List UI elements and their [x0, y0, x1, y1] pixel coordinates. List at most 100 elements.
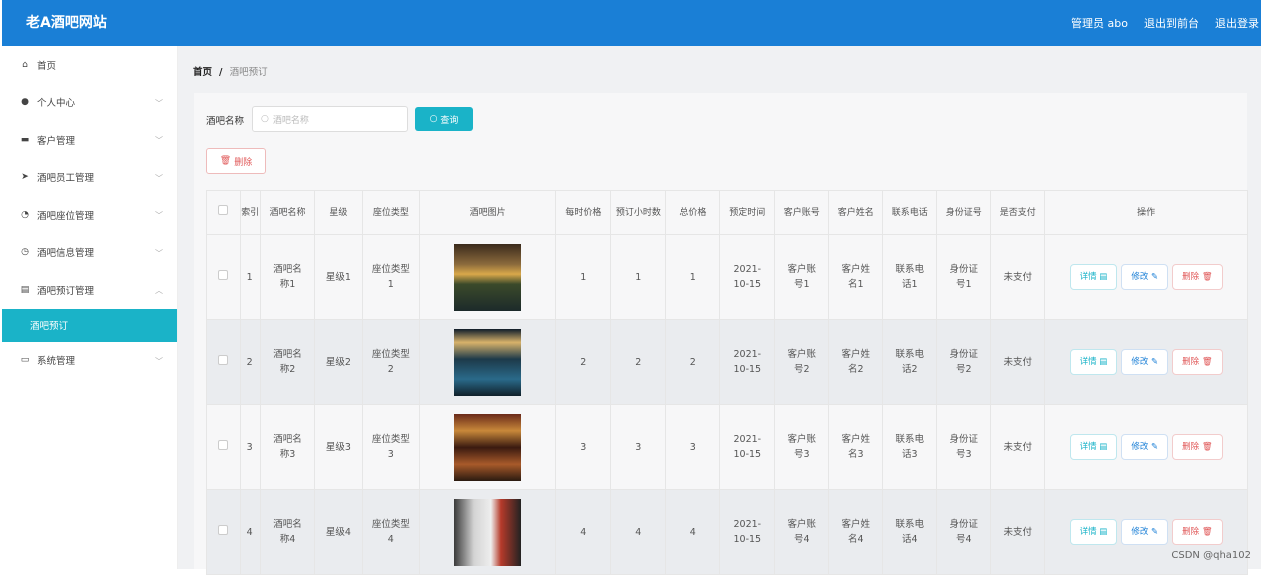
cell-idx: 2: [240, 320, 260, 405]
cell-price: 3: [556, 405, 611, 490]
ops-cell: 详情 ▤修改 ✎删除 🗑: [1045, 320, 1248, 405]
sidebar-subitem-bar-booking[interactable]: 酒吧预订: [2, 309, 177, 342]
delete-button[interactable]: 删除 🗑: [1172, 349, 1223, 375]
chevron-down-icon: ﹀: [155, 98, 163, 109]
sidebar-item-4[interactable]: ◔酒吧座位管理﹀: [2, 196, 177, 234]
cell-name: 酒吧名称3: [260, 405, 314, 490]
edit-label: 修改: [1131, 272, 1148, 282]
sidebar-item-1[interactable]: ●个人中心﹀: [2, 84, 177, 122]
column-header: 是否支付: [991, 191, 1045, 235]
sidebar-item-label: 酒吧员工管理: [37, 170, 94, 184]
chevron-up-icon: ︿: [155, 285, 163, 296]
top-bar: 老A酒吧网站 管理员 abo 退出到前台 退出登录: [2, 0, 1261, 46]
cell-name: 酒吧名称2: [260, 320, 314, 405]
cell-name: 酒吧名称4: [260, 490, 314, 575]
search-input[interactable]: ○ 酒吧名称: [252, 106, 408, 132]
site-title: 老A酒吧网站: [26, 12, 107, 32]
detail-button[interactable]: 详情 ▤: [1070, 434, 1118, 460]
table-row: 2酒吧名称2星级2座位类型22222021-10-15客户账号2客户姓名2联系电…: [207, 320, 1248, 405]
chevron-down-icon: ﹀: [155, 248, 163, 259]
chevron-down-icon: ﹀: [155, 135, 163, 146]
cell-star: 星级3: [314, 405, 362, 490]
sidebar-item-system[interactable]: ▭系统管理﹀: [2, 342, 177, 380]
sidebar-item-5[interactable]: ◷酒吧信息管理﹀: [2, 234, 177, 272]
sidebar-item-6[interactable]: ▤酒吧预订管理︿: [2, 271, 177, 309]
trash-icon: 🗑: [1202, 272, 1213, 282]
content-panel: 酒吧名称 ○ 酒吧名称 ○ 查询 🗑 删除 索引酒吧名称星级座位类型酒吧图片每时…: [194, 93, 1247, 569]
edit-button[interactable]: 修改 ✎: [1121, 519, 1168, 545]
cell-cname: 客户姓名2: [829, 320, 883, 405]
bar-image-cell: [419, 235, 555, 320]
breadcrumb-home[interactable]: 首页: [193, 67, 212, 78]
row-checkbox[interactable]: [218, 525, 228, 535]
cell-idx: 4: [240, 490, 260, 575]
admin-label: 管理员 abo: [1071, 15, 1128, 31]
chevron-down-icon: ﹀: [155, 356, 163, 367]
cell-seat: 座位类型3: [362, 405, 419, 490]
document-icon: ▤: [1099, 272, 1107, 282]
detail-button[interactable]: 详情 ▤: [1070, 519, 1118, 545]
cell-cname: 客户姓名3: [829, 405, 883, 490]
cell-price: 2: [556, 320, 611, 405]
ops-cell: 详情 ▤修改 ✎删除 🗑: [1045, 235, 1248, 320]
sidebar-item-3[interactable]: ➤酒吧员工管理﹀: [2, 159, 177, 197]
edit-label: 修改: [1131, 357, 1148, 367]
cell-hours: 2: [611, 320, 666, 405]
cell-phone: 联系电话1: [883, 235, 937, 320]
sidebar: ⌂首页●个人中心﹀▬客户管理﹀➤酒吧员工管理﹀◔酒吧座位管理﹀◷酒吧信息管理﹀▤…: [2, 46, 178, 569]
edit-button[interactable]: 修改 ✎: [1121, 434, 1168, 460]
column-header: 索引: [240, 191, 260, 235]
document-icon: ▤: [1099, 442, 1107, 452]
breadcrumb: 首页 / 酒吧预订: [193, 64, 268, 78]
sidebar-item-label: 客户管理: [37, 133, 75, 147]
cell-id: 身份证号2: [937, 320, 991, 405]
briefcase-icon: ▤: [19, 285, 31, 295]
send-icon: ➤: [19, 172, 31, 182]
delete-button[interactable]: 删除 🗑: [1172, 519, 1223, 545]
sidebar-item-label: 首页: [37, 58, 56, 72]
breadcrumb-sep: /: [219, 67, 222, 78]
bar-image: [454, 414, 521, 481]
cell-acct: 客户账号3: [775, 405, 829, 490]
detail-label: 详情: [1080, 527, 1097, 537]
pencil-icon: ✎: [1151, 357, 1158, 367]
cell-total: 4: [666, 490, 720, 575]
sidebar-item-0[interactable]: ⌂首页: [2, 46, 177, 84]
cell-seat: 座位类型4: [362, 490, 419, 575]
detail-label: 详情: [1080, 357, 1097, 367]
delete-label: 删除: [1182, 272, 1199, 282]
row-select-cell: [207, 235, 241, 320]
sidebar-item-label: 酒吧座位管理: [37, 208, 94, 222]
ops-cell: 详情 ▤修改 ✎删除 🗑: [1045, 490, 1248, 575]
chevron-down-icon: ﹀: [155, 210, 163, 221]
detail-button[interactable]: 详情 ▤: [1070, 264, 1118, 290]
sidebar-item-label: 酒吧信息管理: [37, 245, 94, 259]
row-checkbox[interactable]: [218, 440, 228, 450]
main-area: 首页 / 酒吧预订 酒吧名称 ○ 酒吧名称 ○ 查询 🗑 删除 索引酒吧名称星级…: [178, 46, 1261, 569]
select-all-checkbox[interactable]: [218, 205, 228, 215]
delete-button[interactable]: 删除 🗑: [1172, 434, 1223, 460]
logout-link[interactable]: 退出登录: [1215, 15, 1259, 31]
cell-phone: 联系电话3: [883, 405, 937, 490]
search-placeholder: 酒吧名称: [273, 113, 309, 126]
bulk-delete-button[interactable]: 🗑 删除: [206, 148, 266, 174]
edit-button[interactable]: 修改 ✎: [1121, 349, 1168, 375]
ops-cell: 详情 ▤修改 ✎删除 🗑: [1045, 405, 1248, 490]
detail-button[interactable]: 详情 ▤: [1070, 349, 1118, 375]
query-button[interactable]: ○ 查询: [415, 107, 473, 131]
sidebar-item-2[interactable]: ▬客户管理﹀: [2, 121, 177, 159]
edit-label: 修改: [1131, 527, 1148, 537]
edit-button[interactable]: 修改 ✎: [1121, 264, 1168, 290]
delete-label: 删除: [1182, 442, 1199, 452]
delete-button[interactable]: 删除 🗑: [1172, 264, 1223, 290]
row-checkbox[interactable]: [218, 270, 228, 280]
watermark: CSDN @qha102: [1171, 550, 1251, 561]
delete-label: 删除: [1182, 357, 1199, 367]
bar-image: [454, 499, 521, 566]
bar-image-cell: [419, 490, 555, 575]
row-checkbox[interactable]: [218, 355, 228, 365]
exit-to-front-link[interactable]: 退出到前台: [1144, 15, 1199, 31]
pencil-icon: ✎: [1151, 442, 1158, 452]
bar-image-cell: [419, 320, 555, 405]
bar-image: [454, 329, 521, 396]
